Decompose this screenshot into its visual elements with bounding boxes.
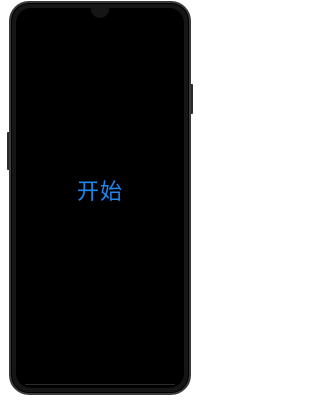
bottom-edge (25, 384, 175, 385)
phone-frame: 开始 (9, 1, 191, 395)
start-button[interactable]: 开始 (16, 180, 184, 206)
camera-notch (91, 8, 109, 18)
stage: 开始 (0, 0, 200, 400)
phone-screen: 开始 (16, 8, 184, 388)
